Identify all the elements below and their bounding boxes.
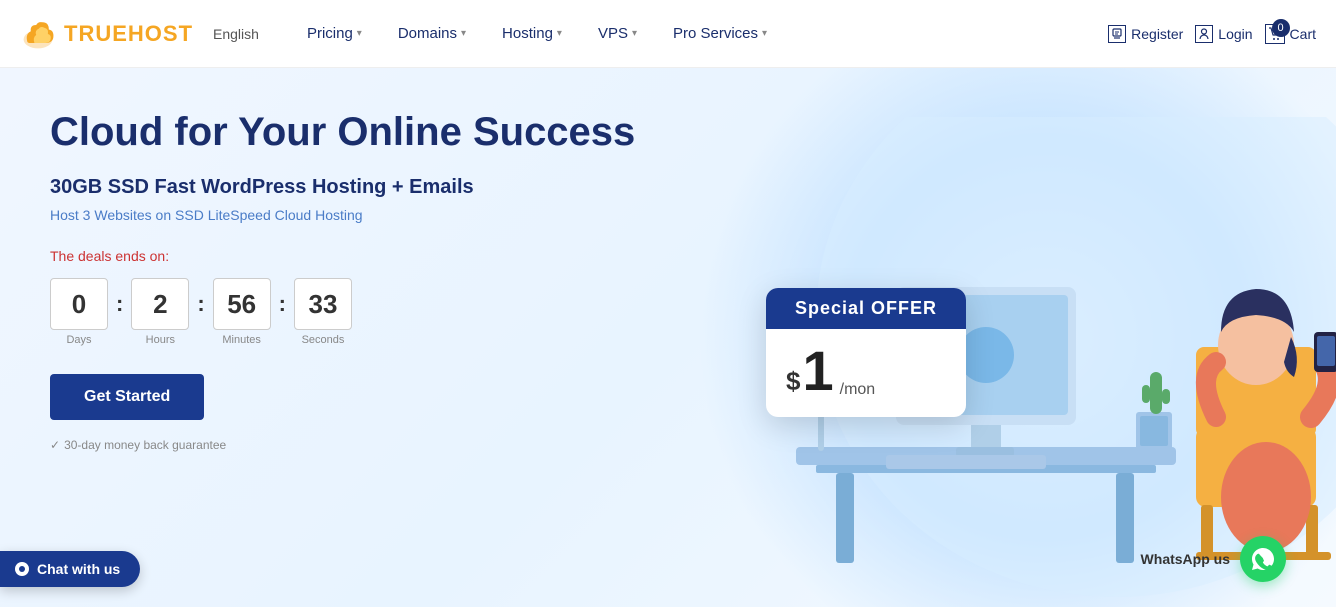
cart-count-badge: 0 [1272,19,1290,37]
countdown-minutes: 56 Minutes [213,278,271,346]
nav-hosting[interactable]: Hosting ▾ [484,0,580,68]
logo-text: TRUEHOST [64,21,193,47]
days-box: 0 [50,278,108,330]
hours-box: 2 [131,278,189,330]
header: TRUEHOST English Pricing ▾ Domains ▾ Hos… [0,0,1336,68]
nav-pricing[interactable]: Pricing ▾ [289,0,380,68]
whatsapp-area: WhatsApp us [1141,536,1286,582]
money-back-guarantee: ✓ 30-day money back guarantee [50,438,700,452]
price-amount: 1 [802,343,833,399]
price-period: /mon [840,381,876,399]
chat-icon [15,562,29,576]
cart-button[interactable]: 0 Cart [1265,24,1316,44]
sep-1: : [116,291,123,333]
hero-content: Cloud for Your Online Success 30GB SSD F… [50,108,700,452]
minutes-label: Minutes [222,334,261,346]
logo-icon [20,16,56,52]
sep-3: : [279,291,286,333]
whatsapp-icon [1250,546,1276,572]
cart-icon: 0 [1265,24,1285,44]
special-offer-header: Special OFFER [766,288,966,329]
seconds-label: Seconds [302,334,345,346]
nav-pro-services[interactable]: Pro Services ▾ [655,0,785,68]
hero-subtitle: 30GB SSD Fast WordPress Hosting + Emails [50,176,700,199]
get-started-button[interactable]: Get Started [50,374,204,420]
language-selector[interactable]: English [213,26,259,42]
price-display: $ 1 /mon [786,343,946,399]
chat-widget: Chat with us [0,551,140,587]
pricing-arrow-icon: ▾ [357,28,362,39]
logo-highlight: TRUE [64,21,128,46]
hosting-arrow-icon: ▾ [557,28,562,39]
whatsapp-button[interactable] [1240,536,1286,582]
minutes-box: 56 [213,278,271,330]
nav-domains[interactable]: Domains ▾ [380,0,484,68]
special-offer-body: $ 1 /mon [766,329,966,417]
main-nav: Pricing ▾ Domains ▾ Hosting ▾ VPS ▾ Pro … [289,0,1108,68]
seconds-box: 33 [294,278,352,330]
countdown-seconds: 33 Seconds [294,278,352,346]
hero-section: Cloud for Your Online Success 30GB SSD F… [0,68,1336,607]
hero-description: Host 3 Websites on SSD LiteSpeed Cloud H… [50,207,700,223]
countdown-timer: 0 Days : 2 Hours : 56 Minutes : 33 Secon… [50,278,700,346]
header-actions: Register Login 0 Cart [1108,24,1316,44]
sep-2: : [197,291,204,333]
domains-arrow-icon: ▾ [461,28,466,39]
login-icon [1195,25,1213,43]
logo[interactable]: TRUEHOST [20,16,193,52]
nav-vps[interactable]: VPS ▾ [580,0,655,68]
hours-label: Hours [146,334,175,346]
pro-services-arrow-icon: ▾ [762,28,767,39]
hero-title: Cloud for Your Online Success [50,108,700,156]
countdown-days: 0 Days [50,278,108,346]
register-icon [1108,25,1126,43]
login-button[interactable]: Login [1195,25,1252,43]
chat-button[interactable]: Chat with us [0,551,140,587]
vps-arrow-icon: ▾ [632,28,637,39]
days-label: Days [66,334,91,346]
register-button[interactable]: Register [1108,25,1183,43]
deal-ends-label: The deals ends on: [50,248,700,264]
checkmark-icon: ✓ [50,438,60,452]
price-dollar-sign: $ [786,366,800,397]
countdown-hours: 2 Hours [131,278,189,346]
special-offer-card: Special OFFER $ 1 /mon [766,288,966,417]
whatsapp-label: WhatsApp us [1141,551,1230,567]
